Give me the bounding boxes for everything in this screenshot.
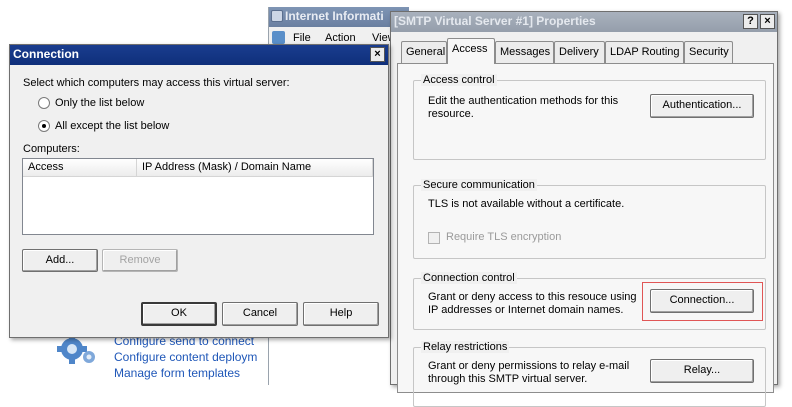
iis-app-icon — [271, 10, 283, 22]
radio-only-list[interactable] — [38, 97, 50, 109]
tab-access[interactable]: Access — [447, 38, 495, 64]
computers-label: Computers: — [23, 143, 80, 155]
list-header: Access IP Address (Mask) / Domain Name — [23, 159, 373, 177]
radio-all-except[interactable] — [38, 120, 50, 132]
computers-list[interactable]: Access IP Address (Mask) / Domain Name — [22, 158, 374, 235]
properties-title: [SMTP Virtual Server #1] Properties — [394, 14, 596, 28]
relay-restrictions-text: Grant or deny permissions to relay e-mai… — [428, 360, 630, 385]
authentication-button[interactable]: Authentication... — [650, 94, 754, 118]
tab-security[interactable]: Security — [684, 41, 733, 63]
smtp-properties-dialog: [SMTP Virtual Server #1] Properties ? × … — [390, 11, 778, 407]
close-icon[interactable]: × — [760, 14, 775, 29]
secure-communication-title: Secure communication — [421, 179, 537, 191]
connection-dialog: Connection × Select which computers may … — [9, 44, 389, 338]
tab-ldap-routing[interactable]: LDAP Routing — [605, 41, 684, 63]
relay-restrictions-title: Relay restrictions — [421, 341, 510, 353]
iis-title: Internet Informati — [285, 9, 384, 23]
properties-titlebar[interactable]: [SMTP Virtual Server #1] Properties ? × — [391, 12, 777, 32]
radio-only-list-label: Only the list below — [55, 97, 145, 109]
connection-button-highlight — [642, 282, 763, 321]
link-configure-content-deployment[interactable]: Configure content deploym — [114, 350, 257, 364]
access-prompt: Select which computers may access this v… — [23, 77, 290, 89]
cancel-button[interactable]: Cancel — [222, 302, 298, 326]
require-tls-label: Require TLS encryption — [446, 231, 562, 243]
access-control-group: Access control Edit the authentication m… — [413, 74, 766, 160]
radio-selected-dot — [42, 124, 46, 128]
remove-button[interactable]: Remove — [102, 249, 178, 272]
connection-control-group: Connection control Grant or deny access … — [413, 272, 766, 330]
tls-status-text: TLS is not available without a certifica… — [428, 198, 625, 210]
secure-communication-group: Secure communication TLS is not availabl… — [413, 179, 766, 259]
column-ip-address[interactable]: IP Address (Mask) / Domain Name — [137, 159, 373, 177]
access-tab-panel: Access control Edit the authentication m… — [397, 63, 774, 407]
access-control-text: Edit the authentication methods for this… — [428, 95, 619, 120]
tab-general[interactable]: General — [401, 41, 447, 63]
access-control-title: Access control — [421, 74, 497, 86]
tab-delivery[interactable]: Delivery — [554, 41, 605, 63]
menu-action[interactable]: Action — [325, 32, 356, 44]
add-button[interactable]: Add... — [22, 249, 98, 272]
ok-button[interactable]: OK — [141, 302, 217, 326]
link-manage-form-templates[interactable]: Manage form templates — [114, 366, 240, 380]
console-icon — [272, 31, 285, 44]
column-access[interactable]: Access — [23, 159, 137, 177]
relay-restrictions-group: Relay restrictions Grant or deny permiss… — [413, 341, 766, 407]
iis-titlebar[interactable]: Internet Informati — [269, 7, 409, 27]
help-icon[interactable]: ? — [743, 14, 758, 29]
close-icon[interactable]: × — [370, 47, 385, 62]
tab-messages[interactable]: Messages — [495, 41, 554, 63]
connection-titlebar[interactable]: Connection × — [10, 45, 388, 65]
connection-control-title: Connection control — [421, 272, 517, 284]
relay-button[interactable]: Relay... — [650, 359, 754, 383]
connection-title: Connection — [13, 47, 79, 61]
help-button[interactable]: Help — [303, 302, 379, 326]
menu-file[interactable]: File — [293, 32, 311, 44]
require-tls-checkbox[interactable] — [428, 232, 440, 244]
connection-control-text: Grant or deny access to this resouce usi… — [428, 291, 637, 316]
radio-all-except-label: All except the list below — [55, 120, 170, 132]
